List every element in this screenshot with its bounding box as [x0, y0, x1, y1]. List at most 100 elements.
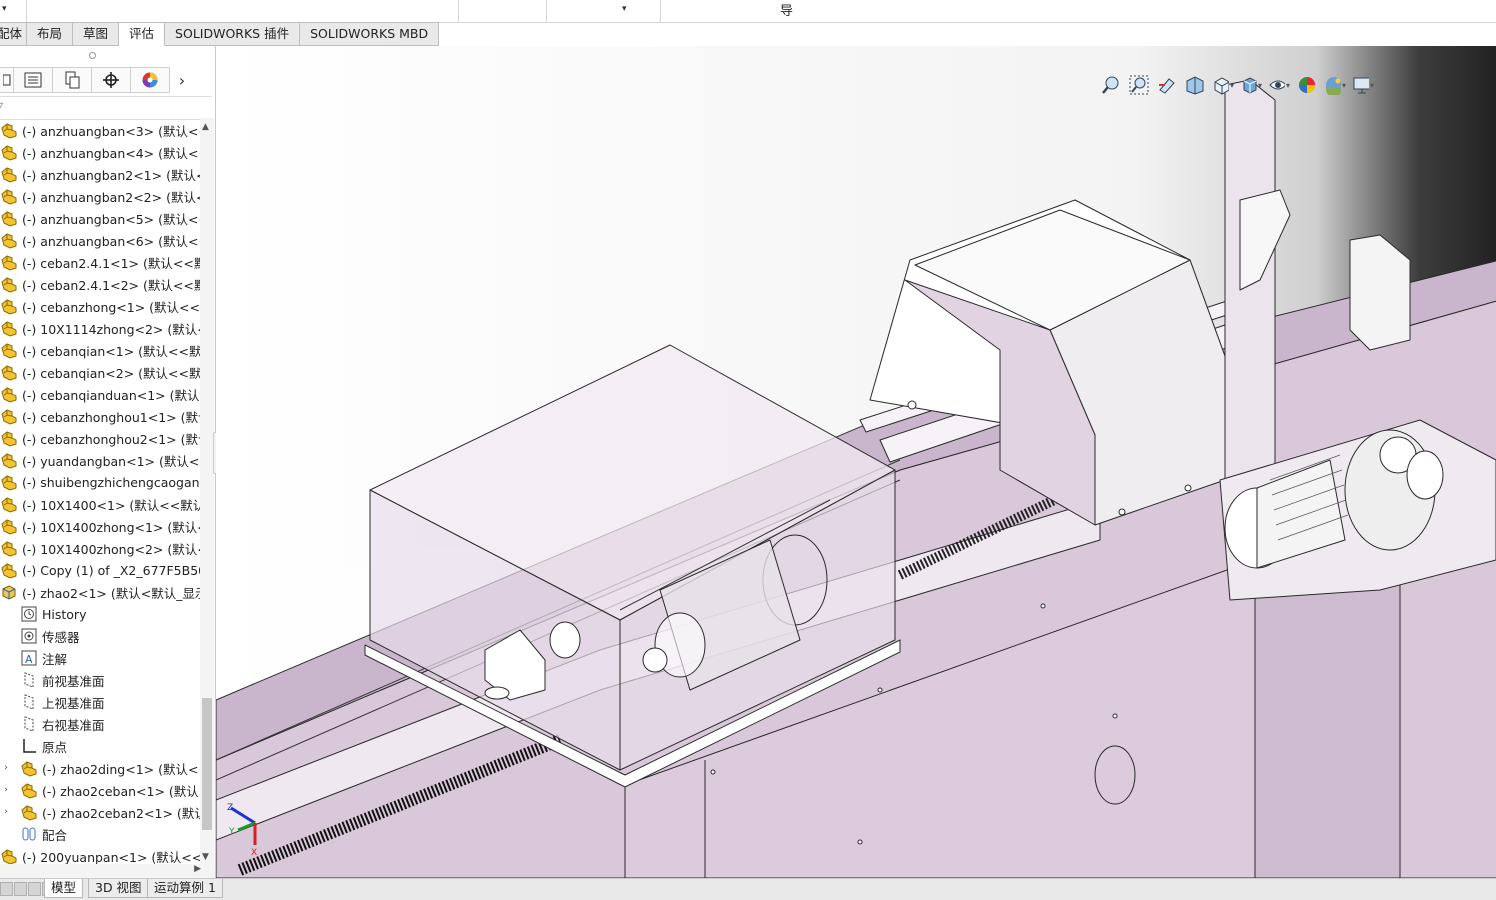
tree-item-label: (-) anzhuangban<5> (默认<<默	[22, 211, 200, 227]
plane-icon	[20, 671, 38, 689]
previous-tab-button[interactable]	[14, 882, 27, 896]
tree-item[interactable]: (-) ceban2.4.1<1> (默认<<默认	[0, 251, 200, 273]
tab-solidworks-mbd[interactable]: SOLIDWORKS MBD	[300, 22, 440, 46]
view-settings-button[interactable]: ▾	[1352, 74, 1374, 96]
tree-item[interactable]: (-) 10X1400zhong<1> (默认<<	[0, 515, 200, 537]
scrollbar-thumb[interactable]	[202, 698, 212, 830]
top-bar-segment[interactable]	[458, 0, 547, 22]
tree-item[interactable]: (-) anzhuangban2<1> (默认<<	[0, 163, 200, 185]
tab-model[interactable]: 模型	[44, 879, 84, 898]
feature-manager-tab[interactable]	[0, 67, 14, 93]
tree-item-label: (-) zhao2ceban<1> (默认<	[42, 783, 200, 799]
tree-item-label: 上视基准面	[42, 695, 105, 711]
tree-item[interactable]: › (-) zhao2ceban2<1> (默认<<	[0, 801, 200, 823]
annotation-icon: A	[20, 649, 38, 667]
filter-icon: ▿	[0, 100, 3, 111]
tree-item[interactable]: (-) cebanqian<1> (默认<<默认	[0, 339, 200, 361]
previous-view-button[interactable]	[1156, 74, 1178, 96]
tree-item[interactable]: 右视基准面	[0, 713, 200, 735]
tree-item[interactable]: (-) 10X1400zhong<2> (默认<<	[0, 537, 200, 559]
tab-motion-study-1[interactable]: 运动算例 1	[147, 879, 223, 898]
tree-item[interactable]: 上视基准面	[0, 691, 200, 713]
previous-view-icon	[1159, 78, 1175, 94]
tree-item[interactable]: (-) yuandangban<1> (默认<<默	[0, 449, 200, 471]
tree-item[interactable]: (-) 200yuanpan<1> (默认<<默认	[0, 845, 200, 864]
tree-item[interactable]: (-) zhao2<1> (默认<默认_显示状	[0, 581, 200, 603]
tree-item[interactable]: (-) cebanqian<2> (默认<<默认	[0, 361, 200, 383]
edit-appearance-button[interactable]	[1296, 74, 1318, 96]
first-tab-button[interactable]	[0, 882, 13, 896]
zoom-to-area-button[interactable]	[1128, 74, 1150, 96]
zoom-to-fit-icon	[1102, 76, 1119, 94]
part-icon	[0, 143, 18, 161]
tab-layout[interactable]: 布局	[27, 22, 74, 46]
tree-item[interactable]: (-) anzhuangban<4> (默认<<默	[0, 141, 200, 163]
next-tab-button[interactable]	[28, 882, 41, 896]
tree-vertical-scrollbar[interactable]: ▲ ▼	[200, 118, 214, 864]
top-bar-combo[interactable]: ▾	[546, 0, 661, 22]
tree-item[interactable]: (-) cebanqianduan<1> (默认<<	[0, 383, 200, 405]
tree-item-label: (-) 200yuanpan<1> (默认<<默认	[22, 849, 200, 865]
tree-item-label: (-) anzhuangban<3> (默认<<默	[22, 123, 200, 139]
configuration-manager-tab[interactable]	[53, 67, 92, 93]
tree-item-label: 右视基准面	[42, 717, 105, 733]
tree-item[interactable]: (-) anzhuangban<6> (默认<<默	[0, 229, 200, 251]
column-bracket-right	[1349, 234, 1411, 351]
tree-item[interactable]: (-) shuibengzhichengcaogang1	[0, 471, 200, 493]
expand-toggle-icon[interactable]: ›	[0, 807, 12, 817]
tree-horizontal-scrollbar[interactable]: ▶	[0, 864, 215, 878]
apply-scene-icon	[1326, 77, 1341, 95]
tree-item[interactable]: (-) cebanzhong<1> (默认<<默认	[0, 295, 200, 317]
section-view-button[interactable]	[1184, 74, 1206, 96]
more-tabs-button[interactable]: ›	[170, 71, 194, 90]
top-bar-segment[interactable]: ▾	[0, 0, 27, 22]
display-style-button[interactable]: ▾	[1240, 74, 1262, 96]
tab-3d-view[interactable]: 3D 视图	[88, 879, 149, 898]
vertical-column	[1224, 79, 1276, 511]
tree-item[interactable]: (-) 10X1114zhong<2> (默认<<	[0, 317, 200, 339]
property-manager-tab[interactable]	[14, 67, 53, 93]
top-bar-segment[interactable]	[26, 0, 459, 22]
expand-toggle-icon[interactable]: ›	[0, 763, 12, 773]
tree-item[interactable]: 传感器	[0, 625, 200, 647]
tree-item[interactable]: 原点	[0, 735, 200, 757]
tree-item[interactable]: (-) ceban2.4.1<2> (默认<<默认	[0, 273, 200, 295]
tree-item[interactable]: (-) Copy (1) of _X2_677F5B50_X	[0, 559, 200, 581]
scroll-down-icon[interactable]: ▼	[202, 852, 209, 862]
tree-item[interactable]: 配合	[0, 823, 200, 845]
tab-evaluate[interactable]: 评估	[119, 22, 166, 46]
tree-item-label: 注解	[42, 651, 68, 667]
scroll-right-icon[interactable]: ▶	[194, 864, 201, 874]
tree-item[interactable]: (-) cebanzhonghou1<1> (默认<	[0, 405, 200, 427]
apply-scene-button[interactable]: ▾	[1324, 74, 1346, 96]
part-icon	[0, 561, 18, 579]
hide-show-items-button[interactable]: ▾	[1268, 74, 1290, 96]
tree-item[interactable]: (-) anzhuangban<3> (默认<<默	[0, 119, 200, 141]
tab-assembly[interactable]: 配体	[0, 22, 27, 46]
display-manager-tab[interactable]	[131, 67, 170, 93]
tree-item[interactable]: (-) anzhuangban<5> (默认<<默	[0, 207, 200, 229]
pulley	[642, 647, 668, 673]
tab-sketch[interactable]: 草图	[73, 22, 120, 46]
zoom-to-fit-button[interactable]	[1100, 74, 1122, 96]
tree-item[interactable]: (-) cebanzhonghou2<1> (默认<	[0, 427, 200, 449]
tree-item[interactable]: (-) 10X1400<1> (默认<<默认>_	[0, 493, 200, 515]
scroll-up-icon[interactable]: ▲	[202, 122, 209, 132]
tree-item[interactable]: (-) anzhuangban2<2> (默认<<	[0, 185, 200, 207]
tree-filter[interactable]: ▿	[0, 96, 212, 120]
tree-item-label: (-) anzhuangban2<1> (默认<<	[22, 167, 200, 183]
tab-solidworks-addins[interactable]: SOLIDWORKS 插件	[165, 22, 301, 46]
view-orientation-icon	[1214, 77, 1229, 95]
tree-item[interactable]: History	[0, 603, 200, 625]
tree-item[interactable]: 前视基准面	[0, 669, 200, 691]
graphics-area[interactable]: Z Y X ▾ ▾ ▾ ▾ ▾	[216, 46, 1496, 878]
view-orientation-button[interactable]: ▾	[1212, 74, 1234, 96]
part-icon	[0, 319, 18, 337]
part-icon	[0, 187, 18, 205]
dimxpert-tab[interactable]	[92, 67, 131, 93]
tree-item[interactable]: › (-) zhao2ceban<1> (默认<	[0, 779, 200, 801]
tree-item[interactable]: › (-) zhao2ding<1> (默认<<默	[0, 757, 200, 779]
expand-toggle-icon[interactable]: ›	[0, 785, 12, 795]
tree-item[interactable]: A 注解	[0, 647, 200, 669]
pane-grip[interactable]	[89, 52, 96, 59]
